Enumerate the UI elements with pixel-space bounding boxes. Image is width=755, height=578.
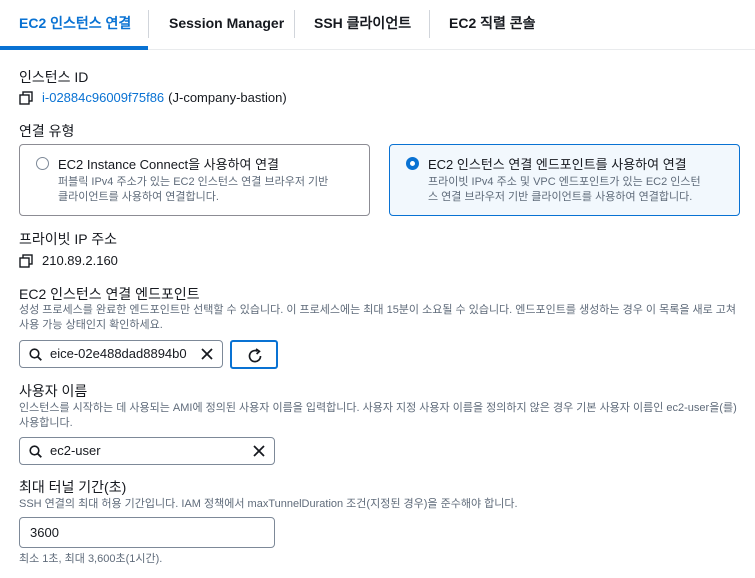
refresh-icon: [248, 348, 262, 363]
username-input[interactable]: ec2-user: [19, 437, 275, 465]
option-description: 퍼블릭 IPv4 주소가 있는 EC2 인스턴스 연결 브라우저 기반 클라이언…: [58, 175, 328, 205]
connection-type-label: 연결 유형: [19, 123, 75, 139]
search-icon: [29, 445, 42, 458]
active-tab-indicator: [0, 46, 148, 50]
connection-option-instance-connect[interactable]: EC2 Instance Connect을 사용하여 연결 퍼블릭 IPv4 주…: [19, 144, 370, 216]
username-input-value: ec2-user: [50, 443, 101, 458]
option-description-line: 클라이언트를 사용하여 연결합니다.: [58, 191, 219, 203]
tab-divider: [429, 10, 430, 38]
radio-button[interactable]: [36, 157, 49, 170]
instance-id-link[interactable]: i-02884c96009f75f86: [42, 90, 164, 105]
connection-option-endpoint[interactable]: EC2 인스턴스 연결 엔드포인트를 사용하여 연결 프라이빗 IPv4 주소 …: [389, 144, 740, 216]
search-icon: [29, 348, 42, 361]
refresh-button[interactable]: [230, 340, 278, 369]
tab-ec2-instance-connect[interactable]: EC2 인스턴스 연결: [19, 0, 131, 50]
tunnel-duration-value: 3600: [30, 525, 59, 540]
copy-icon[interactable]: [19, 90, 33, 105]
tab-ssh-client[interactable]: SSH 클라이언트: [314, 0, 411, 50]
tab-bar: EC2 인스턴스 연결 Session Manager SSH 클라이언트 EC…: [0, 0, 755, 50]
instance-name: (J-company-bastion): [168, 90, 287, 105]
tab-session-manager[interactable]: Session Manager: [169, 0, 284, 50]
tab-ec2-serial-console[interactable]: EC2 직렬 콘솔: [449, 0, 536, 50]
radio-button-selected[interactable]: [406, 157, 419, 170]
option-description-line: 프라이빗 IPv4 주소 및 VPC 엔드포인트가 있는 EC2 인스턴: [428, 176, 701, 188]
option-description: 프라이빗 IPv4 주소 및 VPC 엔드포인트가 있는 EC2 인스턴 스 연…: [428, 175, 701, 205]
private-ip-row: 210.89.2.160: [19, 253, 118, 268]
tunnel-duration-input[interactable]: 3600: [19, 517, 275, 548]
tunnel-duration-description: SSH 연결의 최대 허용 기간입니다. IAM 정책에서 maxTunnelD…: [19, 498, 518, 510]
tunnel-duration-label: 최대 터널 기간(초): [19, 479, 127, 495]
instance-id-row: i-02884c96009f75f86 (J-company-bastion): [19, 90, 287, 105]
private-ip-value: 210.89.2.160: [42, 253, 118, 268]
username-label: 사용자 이름: [19, 383, 88, 399]
option-title: EC2 Instance Connect을 사용하여 연결: [58, 157, 280, 172]
private-ip-label: 프라이빗 IP 주소: [19, 231, 118, 247]
tab-divider: [294, 10, 295, 38]
tunnel-duration-hint: 최소 1초, 최대 3,600초(1시간).: [19, 553, 163, 565]
option-description-line: 퍼블릭 IPv4 주소가 있는 EC2 인스턴스 연결 브라우저 기반: [58, 176, 329, 188]
endpoint-select-value: eice-02e488dad8894b0: [50, 346, 187, 361]
option-title: EC2 인스턴스 연결 엔드포인트를 사용하여 연결: [428, 157, 687, 172]
option-description-line: 스 연결 브라우저 기반 클라이언트를 사용하여 연결합니다.: [428, 191, 693, 203]
instance-id-label: 인스턴스 ID: [19, 69, 89, 85]
close-icon[interactable]: [200, 347, 214, 361]
endpoint-label: EC2 인스턴스 연결 엔드포인트: [19, 286, 200, 302]
close-icon[interactable]: [252, 444, 266, 458]
tab-divider: [148, 10, 149, 38]
endpoint-select[interactable]: eice-02e488dad8894b0: [19, 340, 223, 368]
copy-icon[interactable]: [19, 253, 33, 268]
endpoint-description: 성성 프로세스를 완료한 엔드포인트만 선택할 수 있습니다. 이 프로세스에는…: [19, 304, 737, 331]
username-description: 인스턴스를 시작하는 데 사용되는 AMI에 정의된 사용자 이름을 입력합니다…: [19, 402, 737, 429]
